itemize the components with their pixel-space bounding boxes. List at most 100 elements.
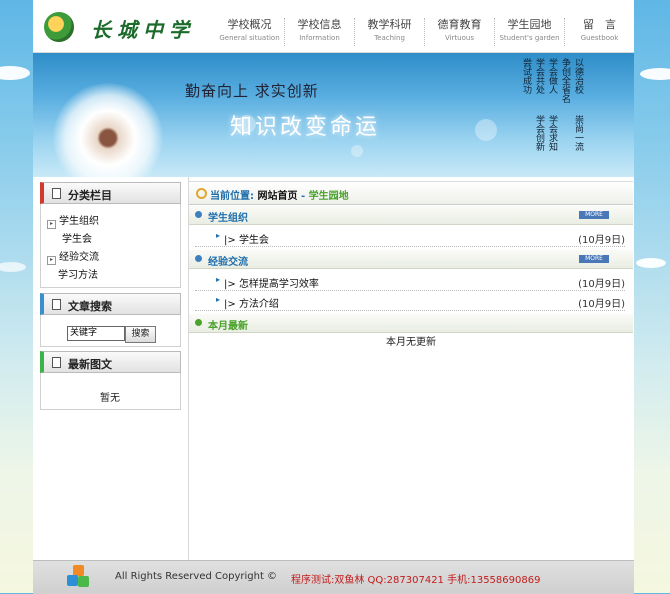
section-header-student-org: 学生组织 MORE [189, 206, 633, 225]
page-container: 长城中学 学校概况 General situation 学校信息 Informa… [33, 0, 634, 594]
nav-label-en: Teaching [374, 34, 405, 42]
section-title[interactable]: 学生组织 [208, 209, 248, 224]
list-item: ▸ |> 学生会 (10月9日) [195, 228, 625, 247]
cloud-decoration [0, 262, 26, 272]
bullet-icon: ▸ [216, 231, 221, 240]
banner-poem-column: 学会共处 [534, 58, 544, 94]
search-box-title: 文章搜索 [68, 300, 112, 313]
search-input[interactable]: 关键字 [67, 326, 125, 341]
document-icon [52, 299, 61, 310]
article-title: 怎样提高学习效率 [238, 279, 319, 290]
banner-poem-column: 学会创新 [534, 115, 544, 151]
cloud-decoration [0, 66, 30, 80]
main-nav: 学校概况 General situation 学校信息 Information … [215, 18, 634, 48]
nav-label-en: Guestbook [580, 34, 619, 42]
breadcrumb-home-link[interactable]: 网站首页 [257, 191, 297, 202]
nav-label-en: General situation [219, 34, 280, 42]
section-arrow-icon [195, 211, 202, 218]
banner-poem-column: 学会求知 [547, 115, 557, 151]
article-prefix: |> [224, 279, 236, 290]
nav-label-cn: 德育教育 [437, 18, 482, 31]
article-date: (10月9日) [578, 279, 625, 290]
more-button[interactable]: MORE [579, 211, 609, 219]
cloud-decoration [640, 68, 670, 80]
article-prefix: |> [224, 235, 236, 246]
monthly-empty-text: 本月无更新 [386, 337, 436, 348]
breadcrumb: 当前位置: 网站首页 - 学生园地 [189, 181, 633, 205]
expand-icon[interactable]: ▸ [47, 256, 56, 265]
article-link[interactable]: |> 怎样提高学习效率 [224, 275, 319, 290]
sidebar-item-student-org[interactable]: ▸ 学生组织 [47, 212, 99, 229]
sidebar-item-student-union[interactable]: 学生会 [62, 230, 92, 245]
section-arrow-icon [195, 319, 202, 326]
section-title[interactable]: 经验交流 [208, 253, 248, 268]
cubes-logo-icon [67, 565, 91, 589]
site-header: 长城中学 学校概况 General situation 学校信息 Informa… [33, 0, 634, 53]
banner-slogan-main: 知识改变命运 [230, 115, 381, 140]
category-box-header: 分类栏目 [40, 182, 181, 204]
search-box-header: 文章搜索 [40, 293, 181, 315]
sidebar-item-label: 学习方法 [58, 270, 98, 281]
list-item: ▸ |> 怎样提高学习效率 (10月9日) [195, 272, 625, 291]
section-title: 本月最新 [208, 321, 248, 332]
breadcrumb-label: 当前位置: [210, 191, 254, 202]
nav-item-school-overview[interactable]: 学校概况 General situation [215, 18, 284, 46]
nav-label-cn: 教学科研 [367, 18, 412, 31]
bokeh-decoration [475, 119, 497, 141]
document-icon [52, 188, 61, 199]
article-title: 方法介绍 [238, 299, 279, 310]
latest-images-box: 最新图文 暂无 [40, 351, 181, 410]
article-prefix: |> [224, 299, 236, 310]
article-link[interactable]: |> 学生会 [224, 231, 269, 246]
nav-item-student-garden[interactable]: 学生园地 Student's garden [494, 18, 564, 46]
section-header-experience: 经验交流 MORE [189, 250, 633, 269]
bullet-icon: ▸ [216, 275, 221, 284]
nav-label-en: Student's garden [499, 34, 560, 42]
banner-poem-column: 争创全省名 [560, 58, 570, 103]
latest-images-box-title: 最新图文 [68, 358, 112, 371]
nav-label-cn: 学生园地 [507, 18, 552, 31]
bullet-icon: ▸ [216, 295, 221, 304]
breadcrumb-current[interactable]: 学生园地 [309, 191, 349, 202]
article-link[interactable]: |> 方法介绍 [224, 295, 279, 310]
article-date: (10月9日) [578, 299, 625, 310]
nav-item-teaching[interactable]: 教学科研 Teaching [354, 18, 424, 46]
nav-label-en: Information [299, 34, 340, 42]
latest-images-box-header: 最新图文 [40, 351, 181, 373]
expand-icon[interactable]: ▸ [47, 220, 56, 229]
location-ring-icon [196, 188, 207, 199]
section-arrow-icon [195, 255, 202, 262]
site-name[interactable]: 长城中学 [91, 14, 195, 43]
cloud-decoration [636, 258, 666, 268]
banner-poem-column: 崇尚一流 [573, 115, 583, 151]
nav-item-school-info[interactable]: 学校信息 Information [284, 18, 354, 46]
sidebar-item-label: 学生会 [62, 234, 92, 245]
category-box: 分类栏目 ▸ 学生组织 学生会 ▸ 经验交流 学习方法 [40, 182, 181, 288]
copyright-text: All Rights Reserved Copyright © [115, 571, 278, 582]
nav-item-guestbook[interactable]: 留 言 Guestbook [564, 18, 634, 46]
contact-info: 程序测试:双鱼林 QQ:287307421 手机:13558690869 [291, 575, 541, 586]
bokeh-decoration [351, 145, 363, 157]
breadcrumb-separator: - [297, 191, 309, 202]
banner-poem-column: 尝试成功 [521, 58, 531, 94]
site-footer: All Rights Reserved Copyright © 程序测试:双鱼林… [33, 560, 634, 594]
sidebar-item-experience[interactable]: ▸ 经验交流 [47, 248, 99, 265]
sidebar: 分类栏目 ▸学生组织 学生会 ▸经验交流 学习方法 文章搜索 关键字 搜索 [33, 177, 189, 560]
article-title: 学生会 [238, 235, 269, 246]
banner-poem-column: 学会做人 [547, 58, 557, 94]
section-header-monthly: 本月最新 [189, 314, 633, 333]
article-date: (10月9日) [578, 235, 625, 246]
search-button[interactable]: 搜索 [125, 326, 156, 343]
banner-poem-column: 以德治校 [573, 58, 583, 94]
school-logo-icon[interactable] [44, 12, 74, 42]
dandelion-image [53, 83, 163, 177]
list-item: ▸ |> 方法介绍 (10月9日) [195, 292, 625, 311]
nav-label-cn: 学校概况 [227, 18, 272, 31]
main-content: 当前位置: 网站首页 - 学生园地 学生组织 MORE ▸ |> 学生会 (10… [189, 177, 634, 560]
nav-item-moral-education[interactable]: 德育教育 Virtuous [424, 18, 494, 46]
more-button[interactable]: MORE [579, 255, 609, 263]
nav-label-en: Virtuous [444, 34, 474, 42]
nav-label-cn: 学校信息 [297, 18, 342, 31]
sidebar-item-study-methods[interactable]: 学习方法 [58, 266, 98, 281]
nav-label-cn: 留 言 [583, 18, 616, 31]
